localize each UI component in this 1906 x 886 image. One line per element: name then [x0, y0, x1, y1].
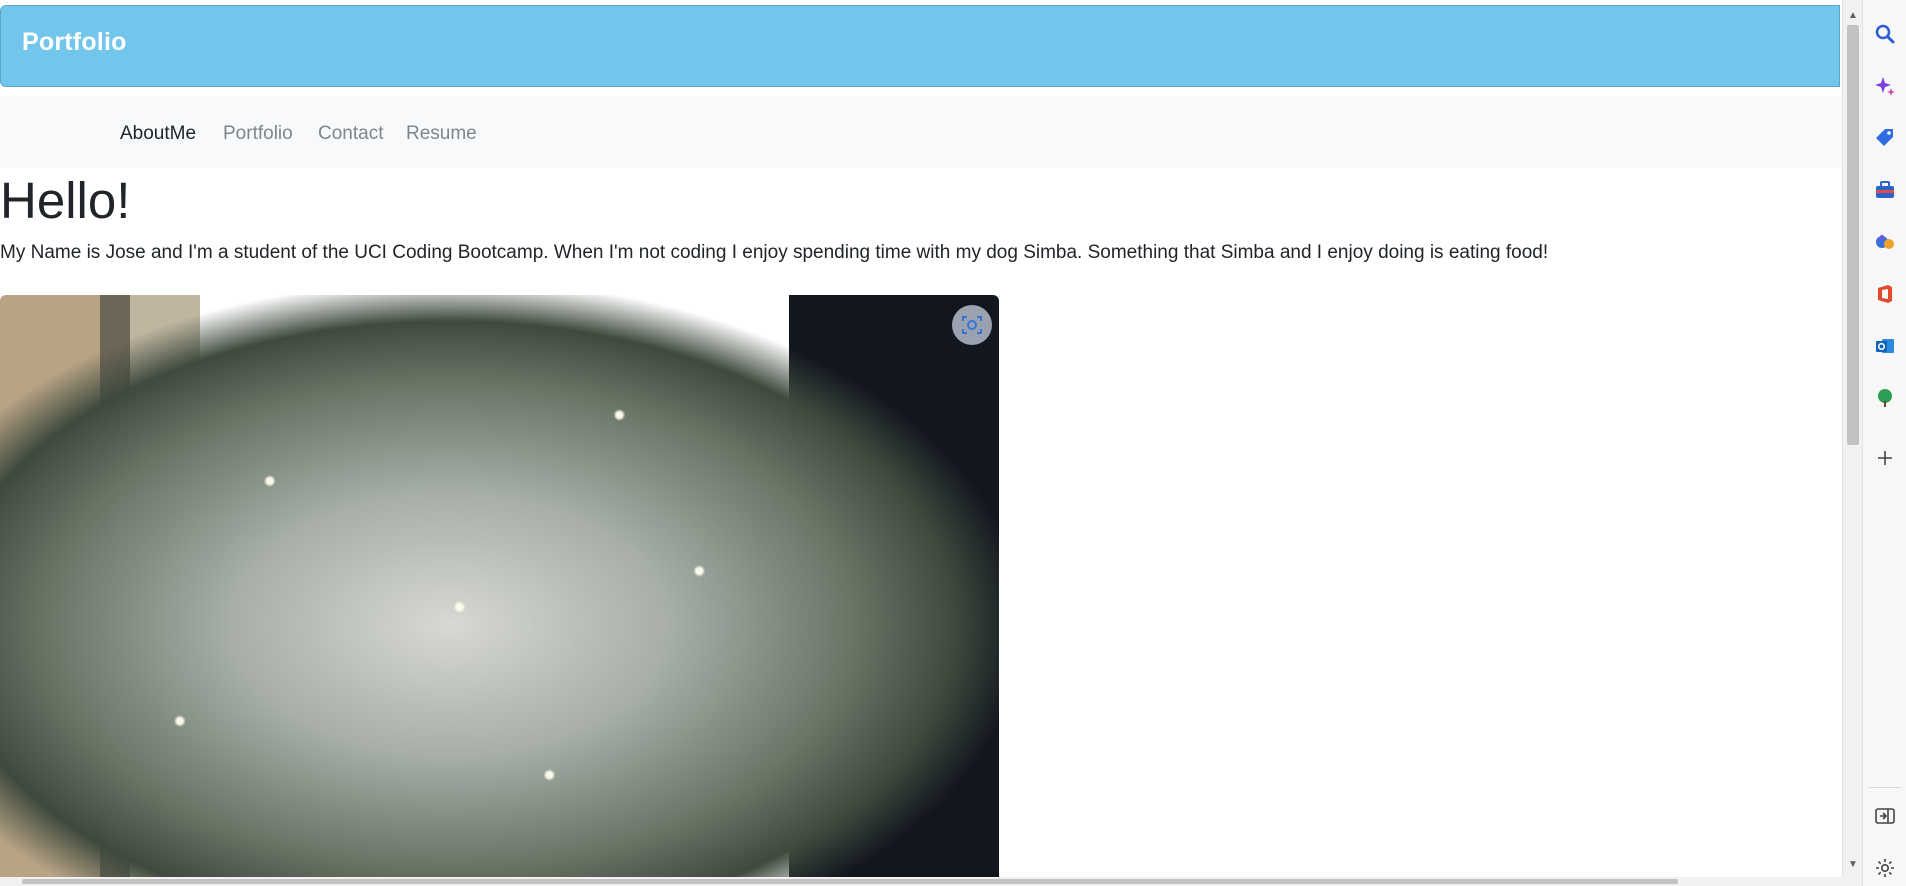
site-header: Portfolio	[0, 5, 1840, 87]
horizontal-scroll-thumb[interactable]	[22, 879, 1678, 884]
split-screen-icon[interactable]	[1873, 804, 1897, 828]
tree-icon[interactable]	[1873, 386, 1897, 410]
office-icon[interactable]	[1873, 282, 1897, 306]
scroll-down-arrow-icon[interactable]: ▼	[1848, 860, 1858, 870]
browser-sidebar	[1862, 0, 1906, 886]
scroll-up-arrow-icon[interactable]: ▲	[1848, 11, 1858, 21]
nav-item-aboutme[interactable]: AboutMe	[120, 123, 196, 145]
sidebar-divider	[1869, 787, 1901, 788]
horizontal-scrollbar[interactable]	[0, 877, 1862, 886]
nav-item-resume[interactable]: Resume	[406, 123, 477, 145]
copilot-icon[interactable]	[1873, 74, 1897, 98]
vertical-scroll-thumb[interactable]	[1847, 25, 1859, 445]
intro-paragraph: My Name is Jose and I'm a student of the…	[0, 242, 1549, 263]
nav-item-contact[interactable]: Contact	[318, 123, 383, 145]
brand-title[interactable]: Portfolio	[22, 28, 127, 57]
nav-item-portfolio[interactable]: Portfolio	[223, 123, 293, 145]
search-icon[interactable]	[1873, 22, 1897, 46]
games-icon[interactable]	[1873, 230, 1897, 254]
main-nav: AboutMe Portfolio Contact Resume	[0, 96, 1842, 168]
outlook-icon[interactable]	[1873, 334, 1897, 358]
add-icon[interactable]	[1873, 446, 1897, 470]
vertical-scrollbar[interactable]: ▲ ▼	[1842, 0, 1862, 877]
toolbox-icon[interactable]	[1873, 178, 1897, 202]
page-heading: Hello!	[0, 172, 131, 229]
shopping-tag-icon[interactable]	[1873, 126, 1897, 150]
visual-search-icon[interactable]	[952, 305, 992, 345]
settings-icon[interactable]	[1873, 856, 1897, 880]
page-viewport: Portfolio AboutMe Portfolio Contact Resu…	[0, 0, 1842, 877]
christmas-tree-photo	[0, 295, 999, 877]
